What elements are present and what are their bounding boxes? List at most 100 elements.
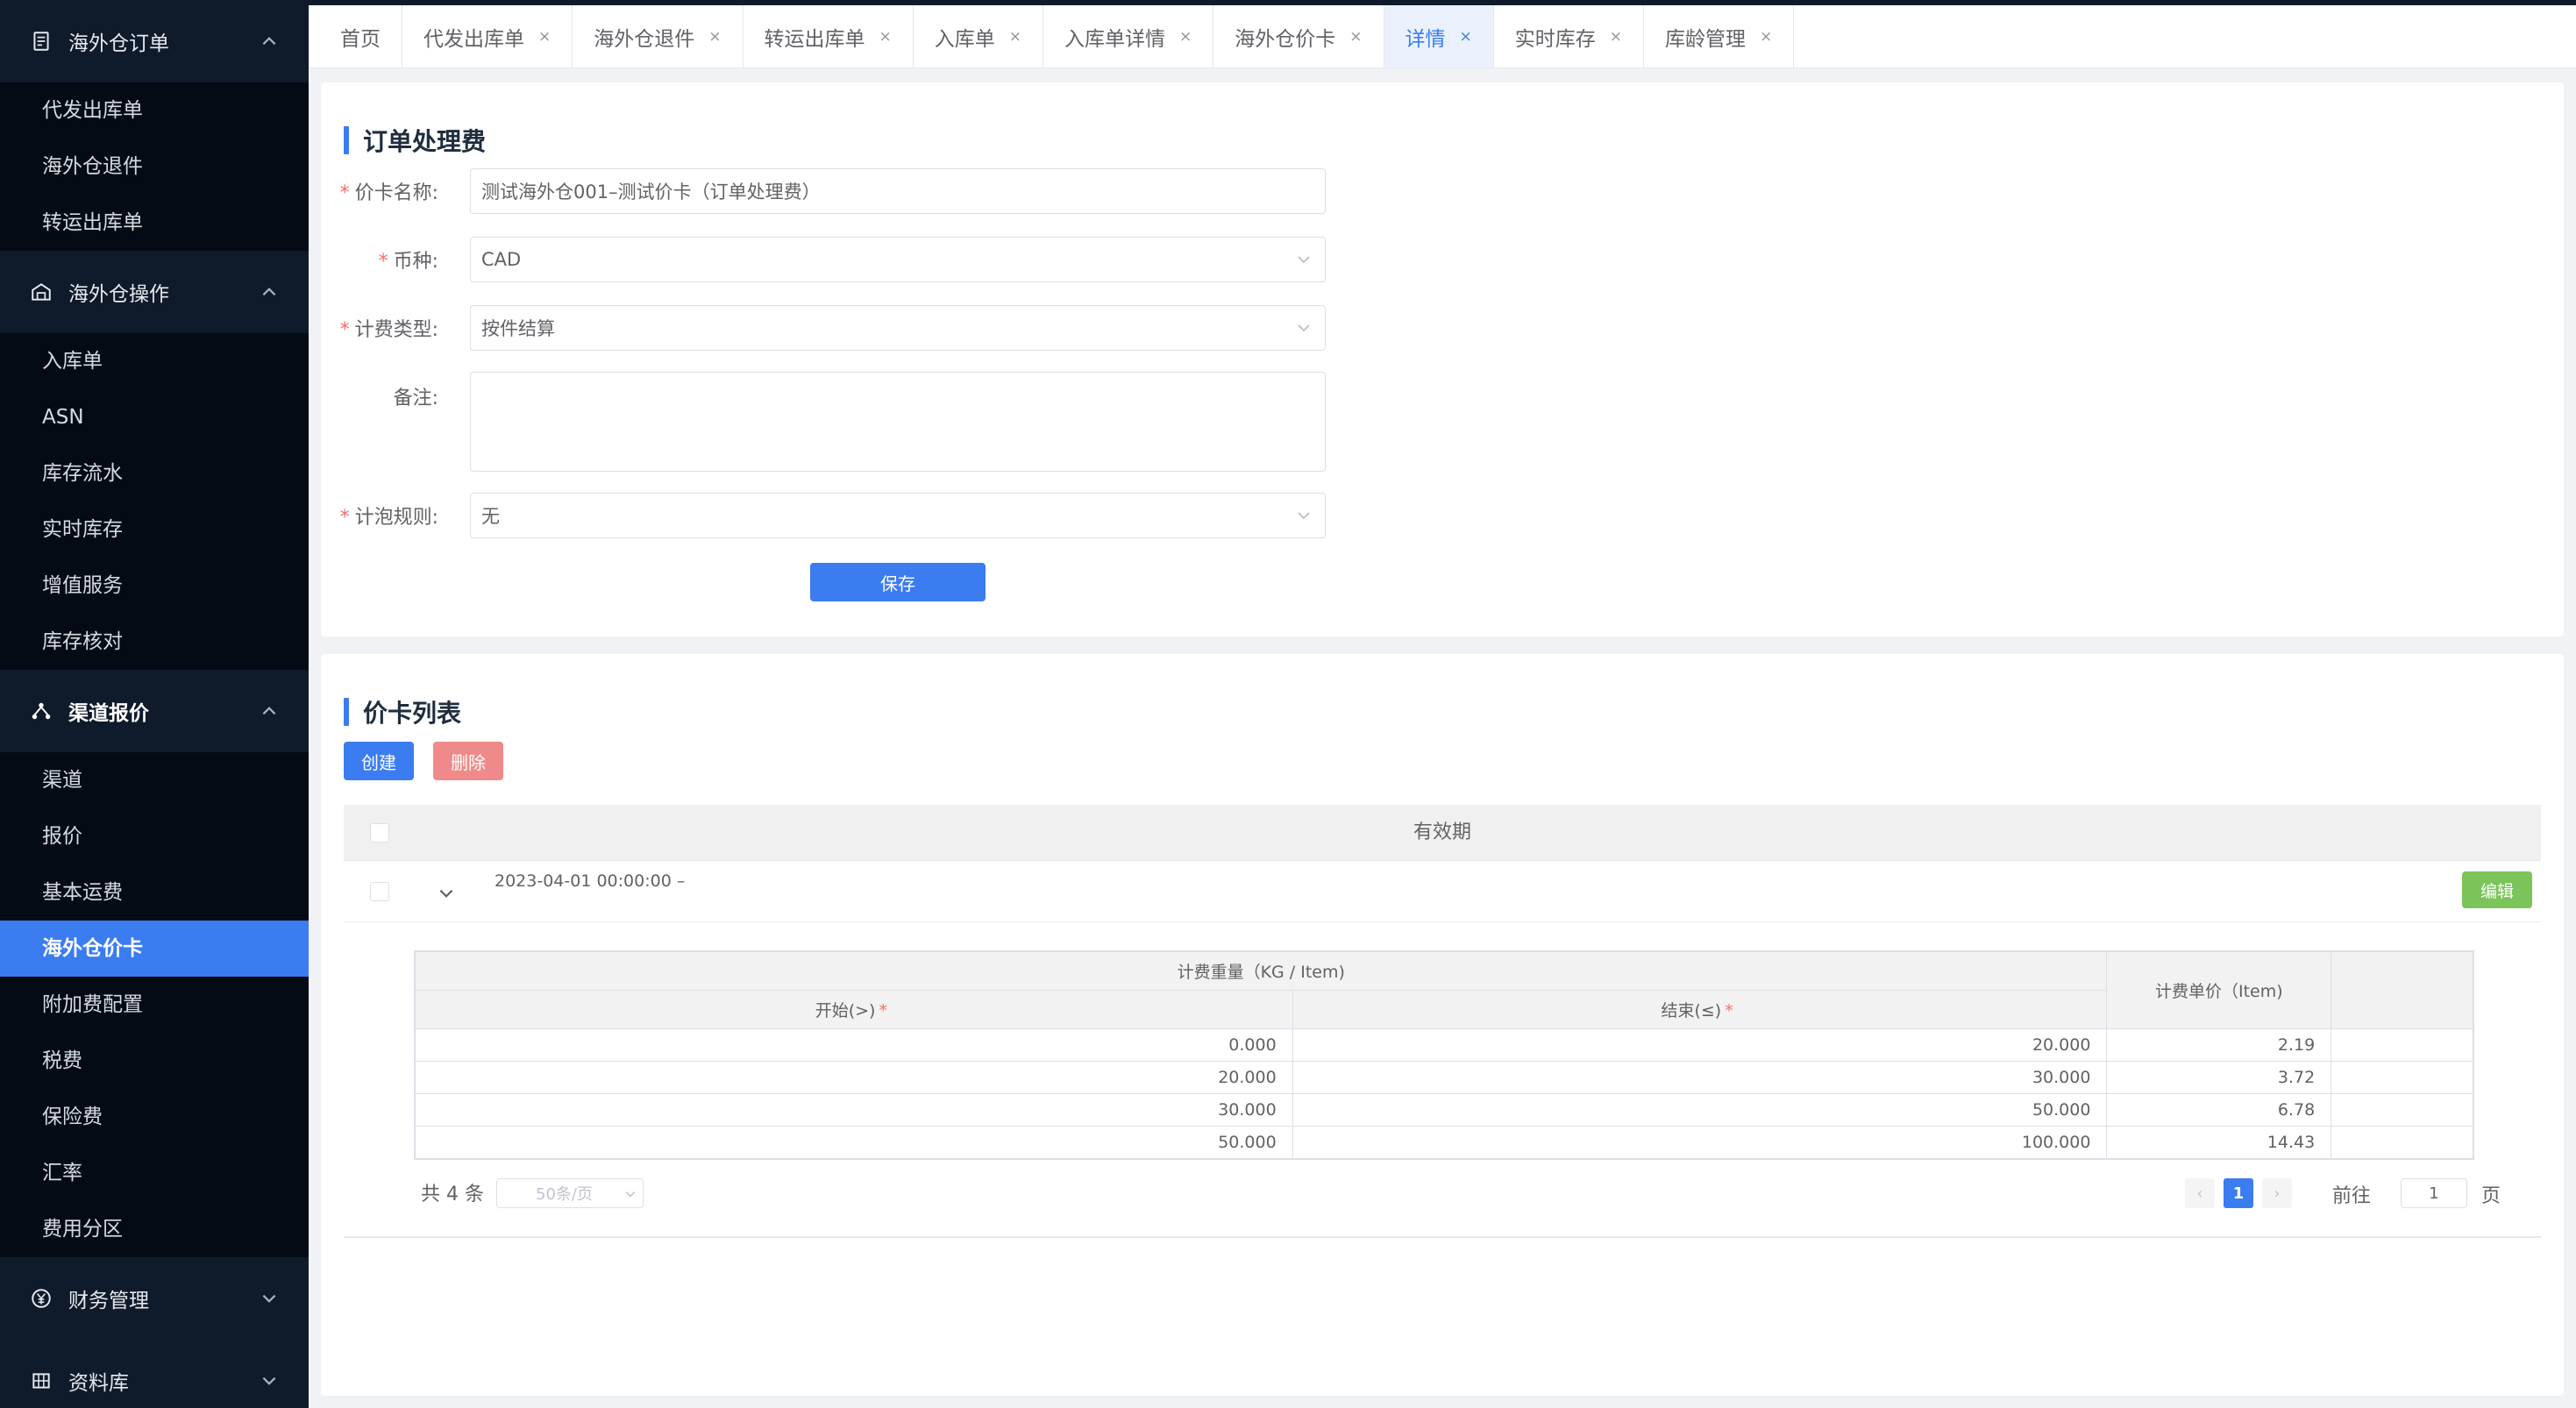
chevron-down-icon[interactable]: [437, 884, 456, 903]
sidebar-group-4[interactable]: 资料库: [0, 1340, 309, 1408]
tab-label: 转运出库单: [764, 27, 865, 51]
close-icon[interactable]: ×: [1179, 28, 1192, 46]
remark-textarea[interactable]: [470, 372, 1326, 472]
currency-row: * 币种:: [378, 251, 438, 273]
tab[interactable]: 实时库存 ×: [1494, 5, 1644, 68]
billing-type-select[interactable]: 按件结算: [470, 305, 1326, 351]
sidebar-group-3[interactable]: 财务管理: [0, 1257, 309, 1340]
page-size-select[interactable]: 50条/页: [496, 1178, 644, 1208]
tab-label: 首页: [340, 27, 381, 51]
tab[interactable]: 库龄管理 ×: [1644, 5, 1795, 68]
warehouse-icon: [30, 281, 53, 303]
close-icon[interactable]: ×: [1349, 28, 1362, 46]
sidebar-item[interactable]: 费用分区: [0, 1201, 309, 1257]
currency-select[interactable]: CAD: [470, 237, 1326, 282]
list-divider: [344, 1236, 2541, 1238]
cell-actions: [2330, 1028, 2473, 1062]
row-checkbox[interactable]: [370, 882, 389, 901]
table-row: 0.000 20.000 2.19: [415, 1028, 2473, 1062]
sidebar-item[interactable]: 增值服务: [0, 558, 309, 614]
cell-start: 0.000: [415, 1028, 1293, 1062]
sidebar-submenu: 入库单 ASN 库存流水 实时库存 增值服务 库存核对: [0, 333, 309, 670]
sidebar-item[interactable]: 实时库存: [0, 501, 309, 558]
prev-page-button[interactable]: ‹: [2185, 1178, 2215, 1208]
tab[interactable]: 海外仓价卡 ×: [1213, 5, 1384, 68]
cell-actions: [2330, 1061, 2473, 1094]
chevron-down-icon: [262, 1376, 276, 1385]
delete-button[interactable]: 删除: [433, 742, 503, 780]
price-card-list-panel: 价卡列表 创建 删除 有效期 2023-04-01 00:00:00 – 编辑 …: [321, 654, 2564, 1396]
tab-label: 代发出库单: [423, 27, 524, 51]
next-page-button[interactable]: ›: [2262, 1178, 2292, 1208]
tab-label: 库龄管理: [1665, 27, 1746, 51]
cell-price: 6.78: [2106, 1093, 2332, 1127]
cell-actions: [2330, 1126, 2473, 1159]
cell-price: 2.19: [2106, 1028, 2332, 1062]
sidebar-item[interactable]: 附加费配置: [0, 977, 309, 1033]
sidebar-item[interactable]: 报价: [0, 808, 309, 864]
sidebar-item[interactable]: 渠道: [0, 752, 309, 808]
goto-page-input[interactable]: 1: [2401, 1178, 2467, 1208]
chevron-down-icon: [625, 1191, 636, 1198]
sidebar-item[interactable]: ASN: [0, 389, 309, 445]
save-button[interactable]: 保存: [810, 563, 986, 601]
edit-button[interactable]: 编辑: [2462, 871, 2532, 908]
chevron-up-icon: [262, 707, 276, 715]
tab[interactable]: 入库单 ×: [914, 5, 1043, 68]
cell-start: 50.000: [415, 1126, 1293, 1159]
network-icon: [30, 700, 53, 722]
close-icon[interactable]: ×: [1460, 28, 1472, 46]
bubble-rule-select[interactable]: 无: [470, 493, 1326, 538]
table-row: 30.000 50.000 6.78: [415, 1093, 2473, 1127]
sidebar-group-label: 资料库: [68, 1372, 129, 1395]
goto-suffix: 页: [2481, 1185, 2501, 1207]
sidebar-item[interactable]: 税费: [0, 1033, 309, 1089]
sidebar-item[interactable]: 库存核对: [0, 614, 309, 670]
page-number-button[interactable]: 1: [2224, 1178, 2253, 1208]
sidebar-group-1[interactable]: 海外仓操作: [0, 251, 309, 333]
weight-price-table: 计费重量（KG / Item) 计费单价（Item) 开始(>) * 结束(≤) *…: [414, 950, 2474, 1160]
sidebar-item[interactable]: 汇率: [0, 1145, 309, 1201]
sidebar-item[interactable]: 海外仓退件: [0, 139, 309, 195]
sidebar-item[interactable]: 基本运费: [0, 864, 309, 921]
chevron-up-icon: [262, 37, 276, 46]
close-icon[interactable]: ×: [538, 28, 551, 46]
list-section-title: 价卡列表: [344, 694, 461, 729]
close-icon[interactable]: ×: [1760, 28, 1772, 46]
document-icon: [30, 30, 53, 53]
sidebar-group-2[interactable]: 渠道报价: [0, 670, 309, 752]
tab-label: 入库单详情: [1064, 27, 1165, 51]
tab[interactable]: 转运出库单 ×: [744, 5, 914, 68]
close-icon[interactable]: ×: [1610, 28, 1622, 46]
close-icon[interactable]: ×: [708, 28, 721, 46]
tab[interactable]: 海外仓退件 ×: [573, 5, 744, 68]
sidebar: 海外仓订单 代发出库单 海外仓退件 转运出库单海外仓操作入库单 ASN 库存流水 实时库存增…: [0, 0, 309, 1408]
sidebar-item[interactable]: 代发出库单: [0, 82, 309, 139]
sidebar-item[interactable]: 海外仓价卡: [0, 921, 309, 977]
list-header: 有效期: [344, 805, 2541, 861]
tab[interactable]: 代发出库单 ×: [402, 5, 573, 68]
sidebar-item[interactable]: 库存流水: [0, 445, 309, 501]
sidebar-group-label: 海外仓操作: [68, 283, 169, 306]
sidebar-group-0[interactable]: 海外仓订单: [0, 0, 309, 82]
grid-icon: [30, 1369, 53, 1392]
close-icon[interactable]: ×: [1009, 28, 1021, 46]
tab-label: 入库单: [934, 27, 995, 51]
sidebar-item[interactable]: 转运出库单: [0, 195, 309, 251]
chevron-down-icon: [1298, 256, 1310, 264]
price-card-name-input[interactable]: 测试海外仓001–测试价卡（订单处理费）: [470, 168, 1326, 214]
column-header-start: 开始(>) *: [415, 990, 1293, 1029]
currency-label: 币种:: [393, 251, 438, 273]
tab-label: 详情: [1405, 27, 1446, 51]
tab[interactable]: 详情 ×: [1384, 5, 1494, 68]
tab-label: 海外仓退件: [594, 27, 695, 51]
close-icon[interactable]: ×: [879, 28, 892, 46]
sidebar-group-label: 渠道报价: [68, 702, 149, 725]
sidebar-submenu: 代发出库单 海外仓退件 转运出库单: [0, 82, 309, 251]
tab[interactable]: 首页: [319, 5, 402, 68]
table-row: 50.000 100.000 14.43: [415, 1126, 2473, 1159]
create-button[interactable]: 创建: [344, 742, 414, 780]
sidebar-item[interactable]: 保险费: [0, 1089, 309, 1145]
sidebar-item[interactable]: 入库单: [0, 333, 309, 389]
tab[interactable]: 入库单详情 ×: [1043, 5, 1214, 68]
